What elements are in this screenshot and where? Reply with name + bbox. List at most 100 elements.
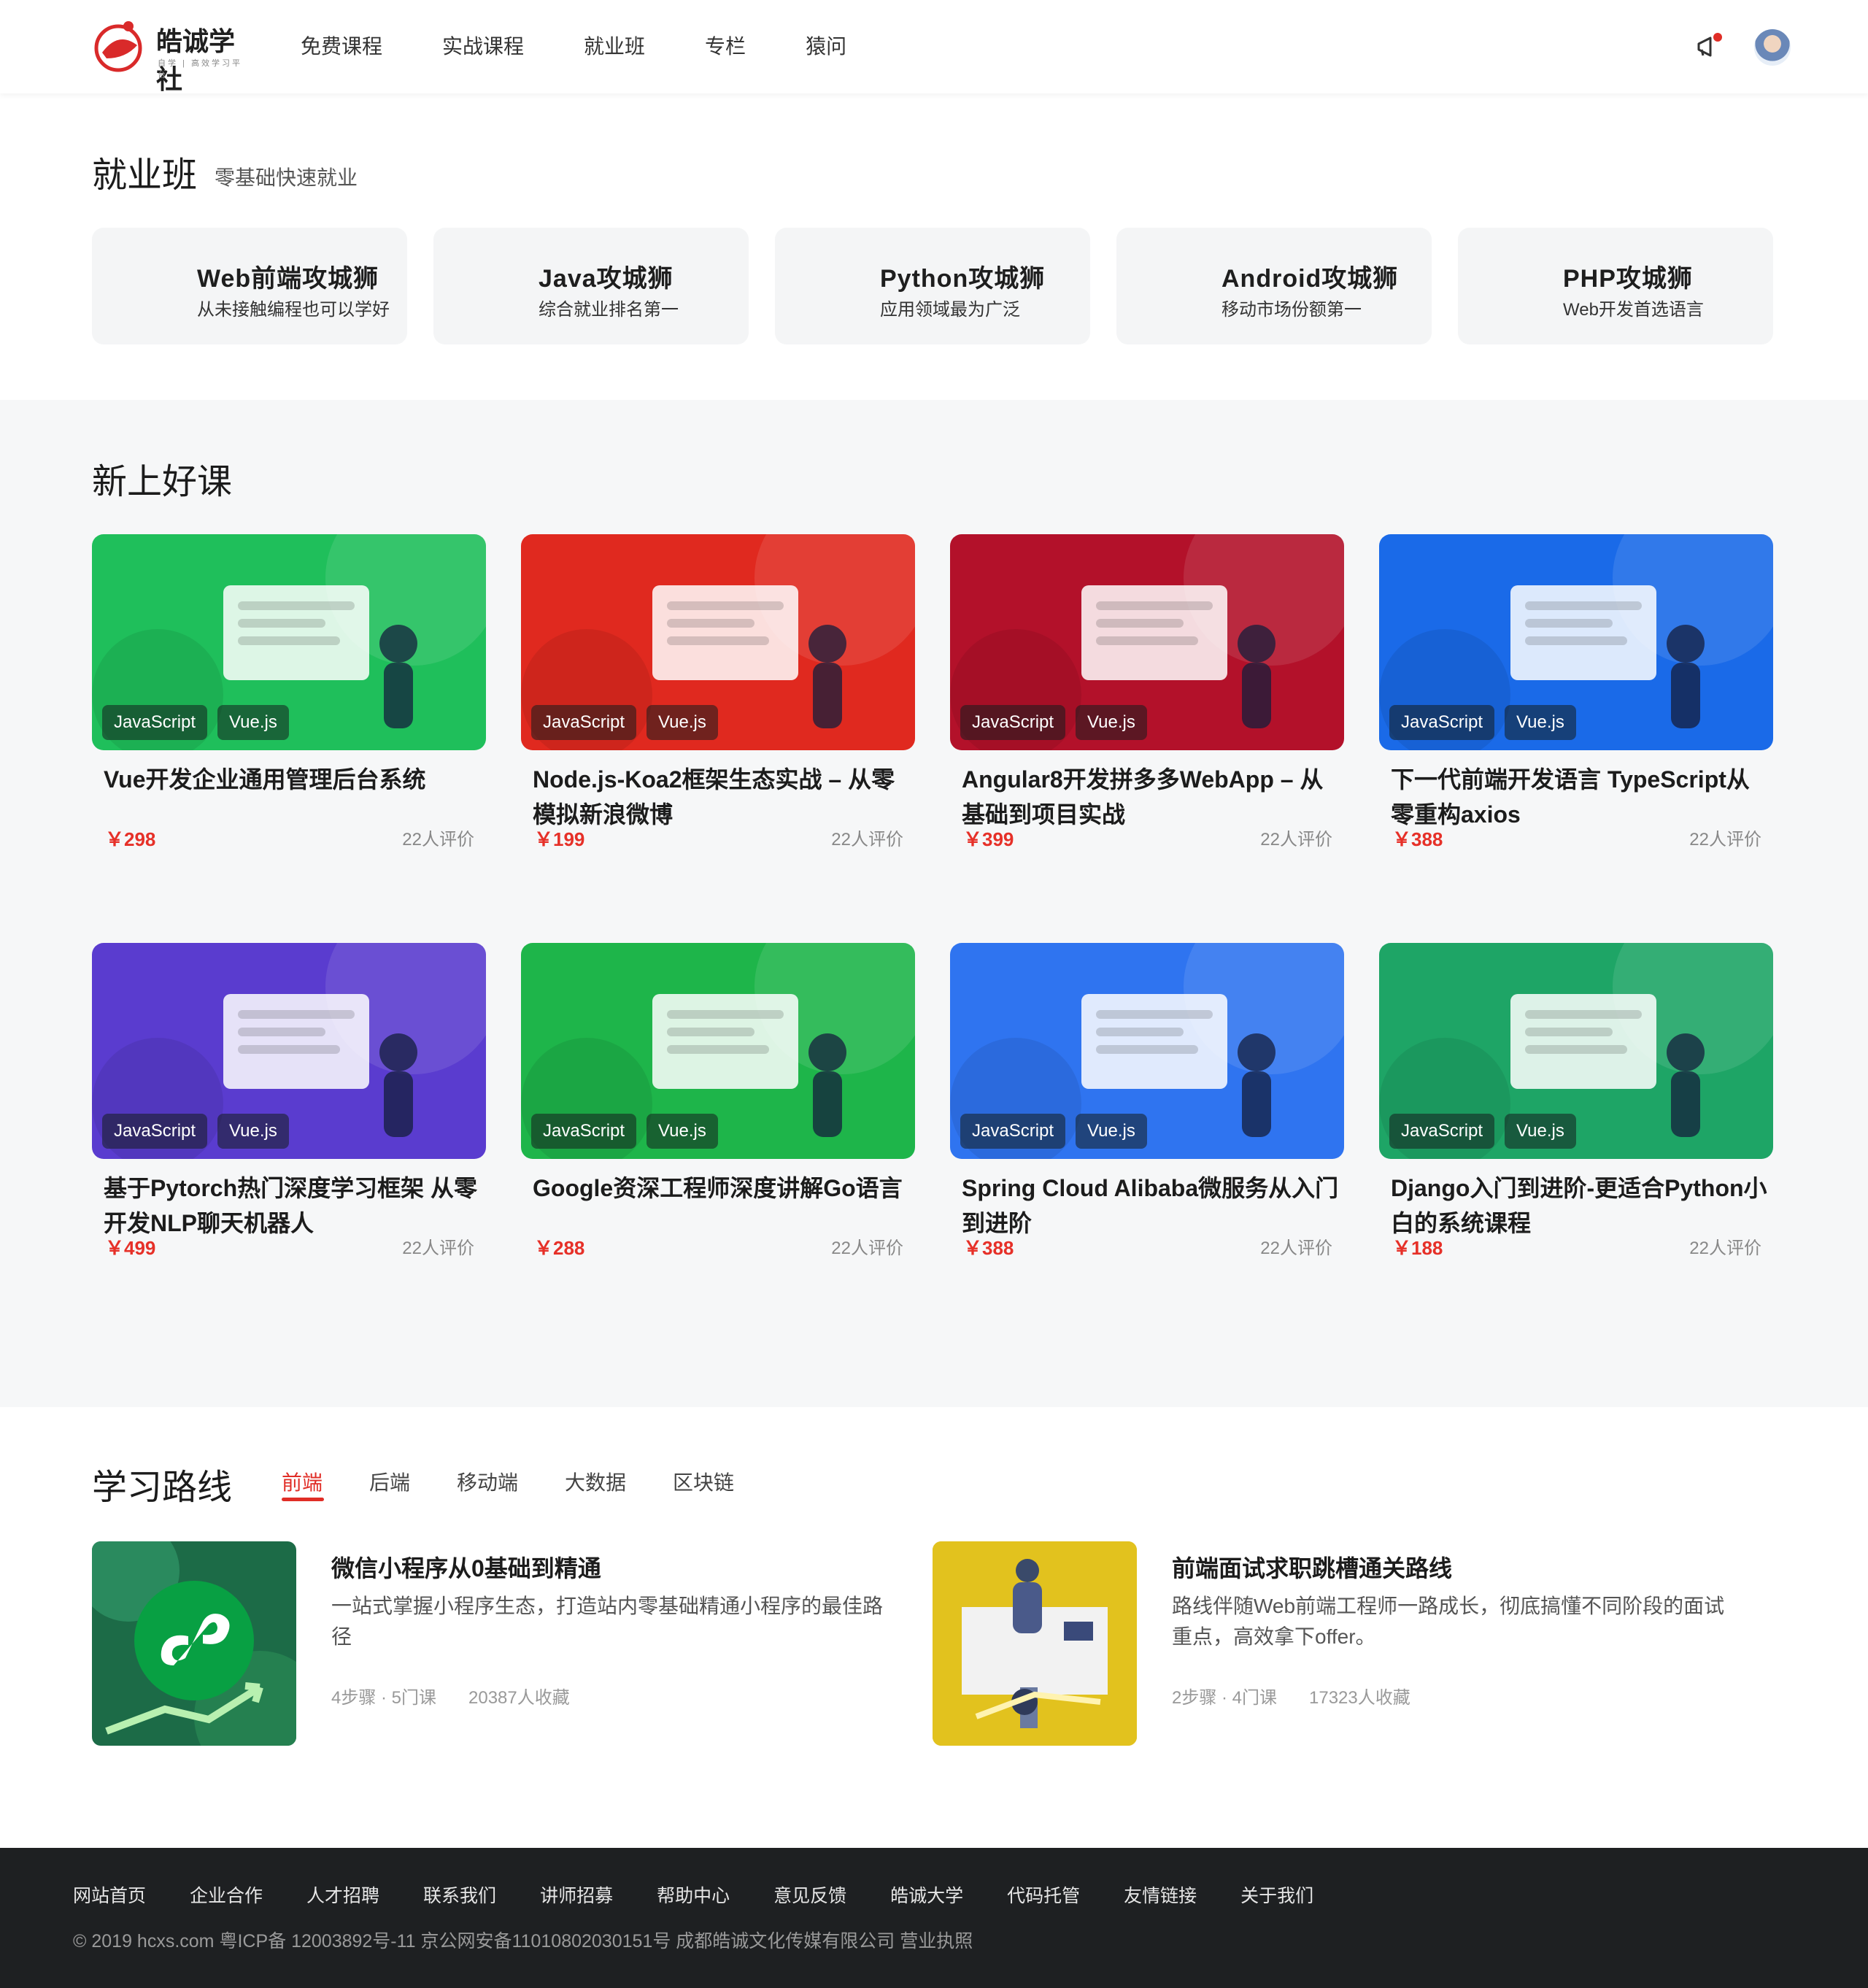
nav-free-courses[interactable]: 免费课程 (301, 31, 382, 63)
course-price: ￥388 (963, 1237, 1014, 1259)
course-thumbnail[interactable]: JavaScript Vue.js (521, 534, 915, 750)
course-thumbnail[interactable]: JavaScript Vue.js (92, 943, 486, 1159)
course-card[interactable]: JavaScript Vue.js Node.js-Koa2框架生态实战 – 从零模… (521, 534, 915, 885)
course-card[interactable]: JavaScript Vue.js Django入门到进阶-更适合Python小白的… (1379, 943, 1773, 1293)
nav-qa[interactable]: 猿问 (806, 31, 846, 63)
course-tag: Vue.js (1076, 705, 1147, 740)
course-title[interactable]: Google资深工程师深度讲解Go语言 (533, 1171, 912, 1206)
course-tag: JavaScript (531, 1114, 637, 1149)
path-image-interview[interactable] (933, 1541, 1137, 1746)
course-tag: JavaScript (102, 1114, 208, 1149)
course-card[interactable]: JavaScript Vue.js Vue开发企业通用管理后台系统 ￥298 22人评价 (92, 534, 486, 885)
employment-card-python[interactable]: Python攻城狮 应用领域最为广泛 (775, 228, 1090, 344)
tab-bigdata[interactable]: 大数据 (565, 1467, 626, 1496)
employment-card-desc: Web开发首选语言 (1563, 300, 1704, 320)
course-tag: Vue.js (647, 1114, 718, 1149)
course-card[interactable]: JavaScript Vue.js Spring Cloud Alibaba微服务从… (950, 943, 1344, 1293)
employment-card-title: Android攻城狮 (1221, 265, 1399, 293)
course-tag: Vue.js (1505, 705, 1576, 740)
course-tag: JavaScript (102, 705, 208, 740)
course-thumbnail[interactable]: JavaScript Vue.js (1379, 534, 1773, 750)
course-thumbnail[interactable]: JavaScript Vue.js (1379, 943, 1773, 1159)
course-reviews: 22人评价 (1260, 830, 1332, 849)
tab-frontend[interactable]: 前端 (282, 1467, 323, 1496)
course-tag: JavaScript (960, 1114, 1066, 1149)
course-card[interactable]: JavaScript Vue.js Angular8开发拼多多WebApp – 从基… (950, 534, 1344, 885)
course-price: ￥199 (534, 828, 585, 850)
footer-link-home[interactable]: 网站首页 (73, 1881, 146, 1908)
course-price: ￥188 (1392, 1237, 1443, 1259)
course-tag: Vue.js (1505, 1114, 1576, 1149)
path-steps: 2步骤 · 4门课 (1172, 1688, 1278, 1708)
course-tag: JavaScript (531, 705, 637, 740)
tab-blockchain[interactable]: 区块链 (673, 1467, 734, 1496)
course-title[interactable]: 基于Pytorch热门深度学习框架 从零开发NLP聊天机器人 (104, 1171, 483, 1241)
course-reviews: 22人评价 (831, 1238, 903, 1258)
employment-title: 就业班 (92, 156, 198, 195)
course-title[interactable]: 下一代前端开发语言 TypeScript从零重构axios (1391, 762, 1770, 832)
path-title[interactable]: 前端面试求职跳槽通关路线 (1172, 1550, 1452, 1584)
employment-card-title: Python攻城狮 (880, 265, 1046, 293)
footer-link-contact[interactable]: 联系我们 (423, 1881, 496, 1908)
course-reviews: 22人评价 (1260, 1238, 1332, 1258)
employment-card-title: PHP攻城狮 (1563, 265, 1693, 293)
path-steps: 4步骤 · 5门课 (331, 1688, 437, 1708)
course-thumbnail[interactable]: JavaScript Vue.js (950, 943, 1344, 1159)
footer-link-friends[interactable]: 友情链接 (1124, 1881, 1197, 1908)
course-title[interactable]: Django入门到进阶-更适合Python小白的系统课程 (1391, 1171, 1770, 1241)
course-thumbnail[interactable]: JavaScript Vue.js (92, 534, 486, 750)
path-title[interactable]: 微信小程序从0基础到精通 (331, 1550, 601, 1584)
footer-link-code-hosting[interactable]: 代码托管 (1007, 1881, 1080, 1908)
employment-card-desc: 综合就业排名第一 (539, 300, 679, 320)
course-reviews: 22人评价 (402, 830, 474, 849)
course-card[interactable]: JavaScript Vue.js 基于Pytorch热门深度学习框架 从零开发NL… (92, 943, 486, 1293)
footer-links: 网站首页 企业合作 人才招聘 联系我们 讲师招募 帮助中心 意见反馈 皓诚大学 … (73, 1881, 1357, 1908)
employment-subtitle: 零基础快速就业 (215, 166, 358, 189)
employment-card-desc: 移动市场份额第一 (1221, 300, 1362, 320)
course-card[interactable]: JavaScript Vue.js Google资深工程师深度讲解Go语言 ￥288 2… (521, 943, 915, 1293)
user-avatar[interactable] (1754, 29, 1791, 66)
tab-mobile[interactable]: 移动端 (457, 1467, 518, 1496)
nav-practical-courses[interactable]: 实战课程 (442, 31, 524, 63)
employment-card-web[interactable]: Web前端攻城狮 从未接触编程也可以学好 (92, 228, 407, 344)
course-thumbnail[interactable]: JavaScript Vue.js (950, 534, 1344, 750)
path-image-miniprogram[interactable] (92, 1541, 296, 1746)
tab-backend[interactable]: 后端 (369, 1467, 410, 1496)
active-tab-indicator (282, 1498, 324, 1501)
footer-link-lecturers[interactable]: 讲师招募 (540, 1881, 613, 1908)
employment-card-android[interactable]: Android攻城狮 移动市场份额第一 (1116, 228, 1432, 344)
nav-columns[interactable]: 专栏 (705, 31, 746, 63)
course-price: ￥298 (105, 828, 156, 850)
course-thumbnail[interactable]: JavaScript Vue.js (521, 943, 915, 1159)
footer-link-business[interactable]: 企业合作 (190, 1881, 263, 1908)
course-title[interactable]: Angular8开发拼多多WebApp – 从基础到项目实战 (962, 762, 1341, 832)
footer-link-about[interactable]: 关于我们 (1240, 1881, 1313, 1908)
footer-link-jobs[interactable]: 人才招聘 (306, 1881, 379, 1908)
employment-card-desc: 从未接触编程也可以学好 (197, 300, 390, 320)
logo-subtitle: 自学 | 高效学习平台 (158, 59, 242, 80)
course-tag: Vue.js (647, 705, 718, 740)
learning-path-title: 学习路线 (92, 1468, 233, 1507)
employment-card-php[interactable]: PHP攻城狮 Web开发首选语言 (1458, 228, 1773, 344)
course-title[interactable]: Spring Cloud Alibaba微服务从入门到进阶 (962, 1171, 1341, 1241)
course-reviews: 22人评价 (831, 830, 903, 849)
course-card[interactable]: JavaScript Vue.js 下一代前端开发语言 TypeScript从零重构… (1379, 534, 1773, 885)
path-description: 路线伴随Web前端工程师一路成长，彻底搞懂不同阶段的面试重点，高效拿下offer… (1172, 1595, 1725, 1648)
course-tag: Vue.js (1076, 1114, 1147, 1149)
course-title[interactable]: Node.js-Koa2框架生态实战 – 从零模拟新浪微博 (533, 762, 912, 832)
course-price: ￥388 (1392, 828, 1443, 850)
notification-icon[interactable] (1694, 32, 1724, 61)
course-title[interactable]: Vue开发企业通用管理后台系统 (104, 762, 483, 797)
path-favorites: 20387人收藏 (468, 1688, 570, 1708)
course-price: ￥499 (105, 1237, 156, 1259)
footer-link-feedback[interactable]: 意见反馈 (773, 1881, 846, 1908)
course-price: ￥288 (534, 1237, 585, 1259)
course-reviews: 22人评价 (1689, 830, 1761, 849)
footer-link-help[interactable]: 帮助中心 (657, 1881, 730, 1908)
nav-employment[interactable]: 就业班 (584, 31, 645, 63)
footer-link-university[interactable]: 皓诚大学 (890, 1881, 963, 1908)
employment-card-java[interactable]: Java攻城狮 综合就业排名第一 (433, 228, 749, 344)
site-logo[interactable]: 皓诚学社 自学 | 高效学习平台 (92, 16, 250, 94)
path-description: 一站式掌握小程序生态，打造站内零基础精通小程序的最佳路径 (331, 1595, 884, 1648)
footer (0, 1848, 1868, 1988)
